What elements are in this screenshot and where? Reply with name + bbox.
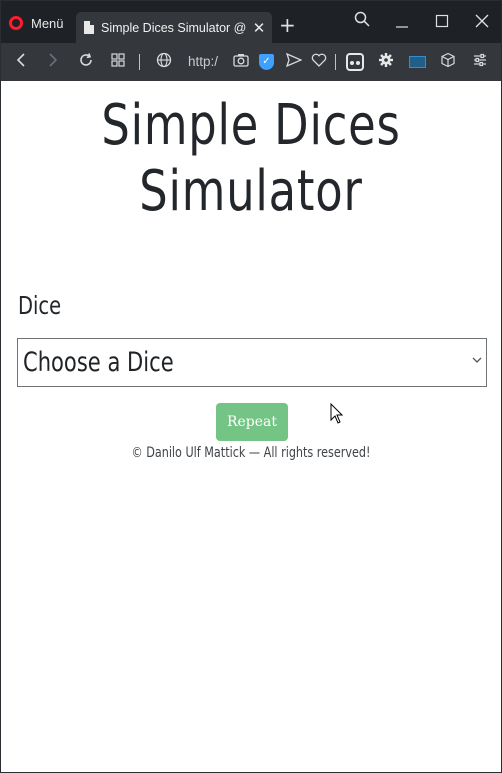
title-bar: Menü Simple Dices Simulator @ d ✕ + [1, 1, 501, 43]
back-icon[interactable] [10, 52, 32, 72]
toolbar-divider [335, 54, 336, 70]
dice-select-value: Choose a Dice [23, 347, 174, 378]
mouse-cursor-icon [330, 402, 344, 425]
new-tab-button[interactable]: + [279, 15, 296, 35]
send-icon[interactable] [283, 52, 305, 72]
shield-check-icon[interactable]: ✓ [259, 54, 274, 70]
globe-icon[interactable] [153, 52, 175, 72]
search-tabs-icon[interactable] [350, 11, 374, 32]
camera-icon[interactable] [230, 52, 252, 72]
reload-icon[interactable] [75, 52, 97, 72]
address-bar-url[interactable]: http:/ [188, 54, 218, 69]
dice-label: Dice [18, 291, 62, 320]
browser-window: Menü Simple Dices Simulator @ d ✕ + http… [0, 0, 502, 773]
forward-icon[interactable] [42, 52, 64, 72]
maximize-icon[interactable] [430, 13, 454, 33]
browser-toolbar: http:/ ✓ [1, 43, 501, 81]
wallet-icon[interactable] [409, 56, 426, 68]
cube-icon[interactable] [437, 52, 459, 72]
dice-select[interactable]: Choose a Dice [17, 338, 487, 387]
repeat-button[interactable]: Repeat [216, 403, 288, 441]
page-content: Simple Dices Simulator Dice Choose a Dic… [1, 81, 501, 772]
chevron-down-icon [472, 353, 482, 367]
extension-icon[interactable] [346, 53, 364, 71]
opera-logo-icon [9, 16, 23, 30]
copyright-footer: © Danilo Ulf Mattick — All rights reserv… [131, 445, 371, 461]
minimize-icon[interactable] [390, 15, 414, 35]
heart-icon[interactable] [308, 52, 330, 72]
toolbar-divider [139, 54, 140, 70]
menu-label: Menü [31, 15, 64, 31]
tab-active[interactable]: Simple Dices Simulator @ d ✕ [76, 12, 272, 43]
speed-dial-grid-icon[interactable] [107, 52, 129, 72]
close-tab-icon[interactable]: ✕ [249, 19, 269, 37]
easy-setup-sliders-icon[interactable] [469, 52, 491, 72]
gear-icon[interactable] [375, 52, 397, 72]
document-icon [84, 21, 94, 34]
close-window-icon[interactable] [470, 13, 494, 33]
tab-title: Simple Dices Simulator @ d [101, 20, 249, 35]
page-title: Simple Dices Simulator [101, 93, 401, 224]
opera-menu-button[interactable]: Menü [9, 13, 64, 33]
